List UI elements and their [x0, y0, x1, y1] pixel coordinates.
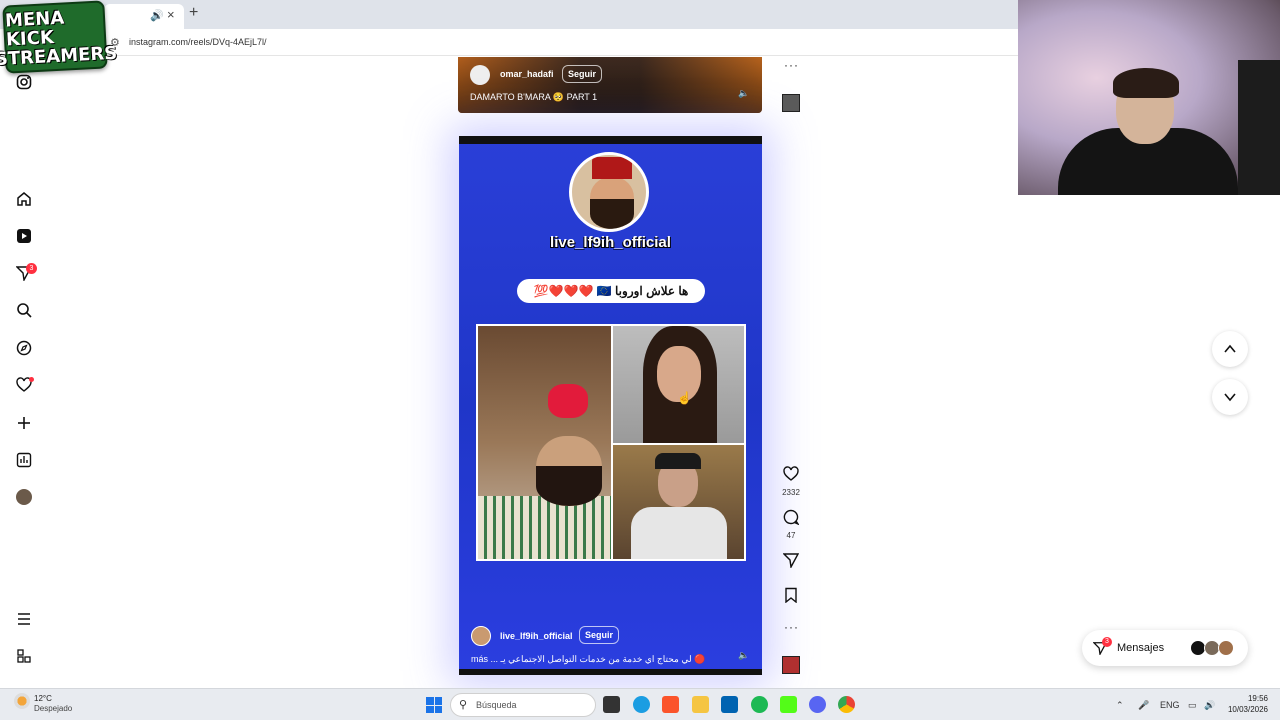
current-reel[interactable]: live_lf9ih_official ها علاش اوروبا 🇪🇺 ❤️… [459, 136, 762, 675]
new-tab-button[interactable]: + [189, 4, 198, 22]
taskbar-search[interactable]: ⚲ Búsqueda [450, 693, 596, 717]
stream-logo: MENA KICK STREAMERS [0, 0, 118, 74]
volume-icon[interactable]: 🔈 [738, 88, 749, 99]
volume-icon[interactable]: 🔈 [738, 650, 749, 661]
profile-avatar[interactable] [16, 489, 32, 505]
speaker-icon[interactable]: 🔊 [150, 9, 164, 22]
comment-count: 47 [786, 531, 796, 540]
video-cell-3 [613, 445, 744, 559]
video-grid [476, 324, 746, 561]
direct-badge: 3 [26, 263, 37, 274]
chevron-up-icon[interactable]: ⌃ [1116, 700, 1124, 711]
user-avatar[interactable] [470, 65, 490, 85]
reel-username[interactable]: live_lf9ih_official [500, 631, 573, 641]
address-bar[interactable]: ⚙ instagram.com/reels/DVq-4AEjL7l/ [0, 29, 1018, 56]
dashboard-icon[interactable] [14, 450, 34, 470]
more-options-icon[interactable]: ··· [784, 58, 799, 72]
webcam-overlay [1018, 0, 1280, 195]
create-icon[interactable] [14, 413, 34, 433]
taskbar: 12°C Despejado ⚲ Búsqueda ⌃ 🎤 ENG ▭ 🔊 19… [0, 688, 1280, 720]
microphone-icon[interactable]: 🎤 [1138, 700, 1149, 711]
follow-button[interactable]: Seguir [562, 65, 603, 83]
messages-badge: 3 [1102, 637, 1112, 647]
more-options-icon[interactable]: ··· [784, 620, 799, 634]
logo-line-1: MENA KICK [4, 7, 65, 51]
save-button[interactable] [780, 587, 802, 608]
messages-label: Mensajes [1117, 642, 1165, 654]
reel-profile-picture [569, 152, 649, 232]
next-reel-button[interactable] [1212, 379, 1248, 415]
menu-icon[interactable] [14, 609, 34, 629]
search-icon: ⚲ [459, 699, 468, 711]
reel-banner-text: ها علاش اوروبا 🇪🇺 ❤️❤️❤️💯 [517, 279, 705, 303]
volume-icon[interactable]: 🔊 [1204, 700, 1215, 711]
logo-line-2: STREAMERS [0, 42, 118, 70]
task-view-icon[interactable] [603, 696, 620, 713]
comment-icon [783, 509, 800, 526]
like-count: 2332 [782, 488, 800, 497]
video-cell-1 [478, 326, 611, 559]
weather-desc[interactable]: Despejado [34, 704, 72, 713]
chevron-up-icon [1224, 344, 1236, 353]
clock-date[interactable]: 10/03/2026 [1226, 705, 1268, 714]
kick-icon[interactable] [780, 696, 797, 713]
previous-reel-button[interactable] [1212, 331, 1248, 367]
user-avatar[interactable] [471, 626, 491, 646]
search-placeholder: Búsqueda [476, 700, 517, 710]
reel-username[interactable]: omar_hadafi [500, 69, 554, 79]
close-tab-icon[interactable]: × [167, 7, 175, 22]
clock-time[interactable]: 19:56 [1226, 694, 1268, 703]
edge-icon[interactable] [633, 696, 650, 713]
store-icon[interactable] [721, 696, 738, 713]
like-button[interactable]: 2332 [780, 466, 802, 497]
reel-caption: DAMARTO B'MARA 🥺 PART 1 [470, 92, 598, 102]
network-icon[interactable]: ▭ [1188, 700, 1197, 711]
weather-icon[interactable] [14, 693, 30, 709]
chevron-down-icon [1224, 393, 1236, 402]
windows-start-icon[interactable] [426, 697, 442, 713]
url-text[interactable]: instagram.com/reels/DVq-4AEjL7l/ [129, 37, 267, 47]
explore-icon[interactable] [14, 338, 34, 358]
bookmark-icon [785, 587, 797, 604]
avatar [1218, 640, 1234, 656]
video-cell-2 [613, 326, 744, 443]
discord-icon[interactable] [809, 696, 826, 713]
file-explorer-icon[interactable] [692, 696, 709, 713]
heart-icon [783, 466, 799, 481]
comment-button[interactable]: 47 [780, 509, 802, 540]
audio-thumbnail[interactable] [782, 656, 800, 674]
follow-button[interactable]: Seguir [579, 626, 620, 644]
reel-caption[interactable]: más ... لي محتاج اي خدمة من خدمات التواص… [471, 654, 711, 665]
brave-icon[interactable] [662, 696, 679, 713]
chrome-icon[interactable] [838, 696, 855, 713]
browser-tab-strip: 🔊 × + [0, 0, 1018, 29]
instagram-icon[interactable] [14, 72, 34, 92]
weather-temp[interactable]: 12°C [34, 694, 52, 703]
reel-handle-text: live_lf9ih_official [550, 234, 671, 251]
reels-icon[interactable] [14, 226, 34, 246]
mouse-cursor-icon: ☝ [677, 391, 692, 405]
audio-thumbnail[interactable] [782, 94, 800, 112]
active-tab[interactable]: 🔊 × [104, 4, 184, 29]
language-indicator[interactable]: ENG [1160, 700, 1180, 710]
share-button[interactable] [780, 552, 802, 573]
share-icon [782, 553, 800, 570]
search-icon[interactable] [14, 300, 34, 320]
previous-reel[interactable]: omar_hadafi Seguir DAMARTO B'MARA 🥺 PART… [458, 57, 762, 113]
home-icon[interactable] [14, 189, 34, 209]
notification-dot [29, 377, 34, 382]
meta-icon[interactable] [14, 646, 34, 666]
messages-button[interactable]: 3 Mensajes [1082, 630, 1248, 666]
spotify-icon[interactable] [751, 696, 768, 713]
